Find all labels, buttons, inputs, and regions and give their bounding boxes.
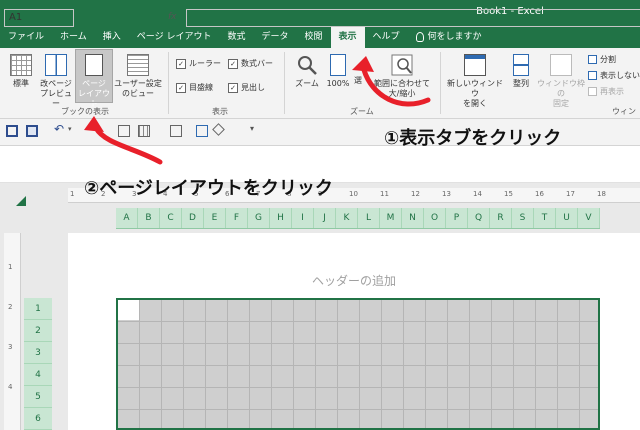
annotation-arrows — [84, 56, 431, 165]
arrow-head-page-layout — [84, 116, 104, 132]
arrow-to-page-layout — [93, 125, 163, 165]
arrow-head-view-tab — [352, 56, 374, 72]
arrow-to-view-tab — [361, 67, 431, 107]
annotation-step2: ②ページレイアウトをクリック — [84, 178, 333, 199]
annotation-step1: ①表示タブをクリック — [384, 128, 562, 149]
